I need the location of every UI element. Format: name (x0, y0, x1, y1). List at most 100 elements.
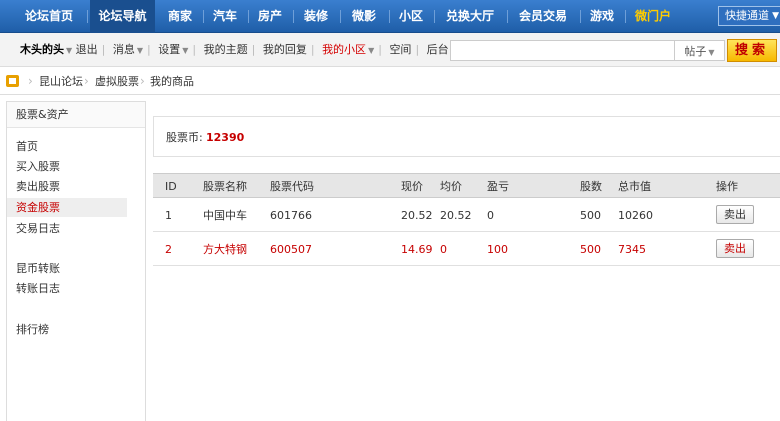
user-links: 木头的头 ▼ 退出 | 消息 ▼ | 设置 ▼ | 我的主题 | 我的回复 | 我的小区 ▼ | 空… (20, 33, 449, 67)
nav-community[interactable]: 小区 (393, 0, 429, 33)
col-avg: 均价 (440, 180, 462, 193)
chevron-down-icon: ▼ (136, 46, 144, 55)
table-row: 2 方大特钢 600507 14.69 0 100 500 7345 卖出 (153, 233, 780, 266)
sidebar-item-transfer-log[interactable]: 转账日志 (7, 279, 127, 298)
messages-link[interactable]: 消息 (113, 43, 135, 56)
my-community-link[interactable]: 我的小区 (322, 43, 366, 56)
sidebar-title: 股票&资产 (7, 102, 145, 128)
chevron-right-icon: › (28, 74, 33, 88)
cell-value: 7345 (618, 243, 646, 256)
col-value: 总市值 (618, 180, 651, 193)
logout-link[interactable]: 退出 (76, 43, 98, 56)
breadcrumb: › 昆山论坛 › 虚拟股票 › 我的商品 (0, 68, 780, 95)
balance-panel: 股票币: 12390 (153, 116, 780, 157)
cell-pl: 0 (487, 209, 494, 222)
sell-button[interactable]: 卖出 (716, 239, 754, 258)
cell-code: 600507 (270, 243, 312, 256)
cell-shares: 500 (580, 209, 601, 222)
quick-access-label: 快捷通道 (725, 9, 769, 22)
breadcrumb-virtual-stock[interactable]: 虚拟股票 (95, 68, 139, 95)
nav-realestate[interactable]: 房产 (252, 0, 288, 33)
nav-divider (203, 10, 204, 23)
chevron-right-icon: › (84, 74, 89, 88)
balance-label: 股票币: (166, 131, 203, 144)
admin-link[interactable]: 后台 (427, 43, 449, 56)
chevron-down-icon: ▼ (66, 46, 73, 55)
table-header: ID 股票名称 股票代码 现价 均价 盈亏 股数 总市值 操作 (153, 173, 780, 198)
cell-code: 601766 (270, 209, 312, 222)
chevron-down-icon: ▼ (772, 11, 779, 21)
cell-name: 方大特钢 (203, 243, 247, 256)
quick-access-dropdown[interactable]: 快捷通道 ▼ (718, 6, 780, 26)
nav-divider (87, 10, 88, 23)
nav-auto[interactable]: 汽车 (207, 0, 243, 33)
chevron-right-icon: › (140, 74, 145, 88)
cell-shares: 500 (580, 243, 601, 256)
cell-value: 10260 (618, 209, 653, 222)
search-type-select[interactable]: 帖子 ▼ (675, 40, 725, 61)
nav-divider (248, 10, 249, 23)
cell-id: 1 (165, 209, 172, 222)
divider: | (378, 43, 382, 56)
nav-divider (389, 10, 390, 23)
chevron-down-icon: ▼ (708, 48, 715, 57)
nav-forum-home[interactable]: 论坛首页 (18, 0, 80, 33)
my-threads-link[interactable]: 我的主题 (204, 43, 248, 56)
sidebar-item-coin-transfer[interactable]: 昆币转账 (7, 259, 127, 278)
col-action: 操作 (716, 180, 738, 193)
nav-decoration[interactable]: 装修 (297, 0, 335, 33)
sidebar-item-sell-stock[interactable]: 卖出股票 (7, 177, 127, 196)
breadcrumb-my-products: 我的商品 (150, 75, 194, 88)
nav-divider (340, 10, 341, 23)
cell-price: 14.69 (401, 243, 433, 256)
divider: | (415, 43, 420, 56)
balance-value: 12390 (206, 131, 245, 144)
sidebar-item-trade-log[interactable]: 交易日志 (7, 219, 127, 238)
col-pl: 盈亏 (487, 180, 509, 193)
top-nav-bar: 论坛首页 论坛导航 商家 汽车 房产 装修 微影 小区 兑换大厅 会员交易 游戏… (0, 0, 780, 33)
col-name: 股票名称 (203, 180, 247, 193)
divider: | (101, 43, 106, 56)
nav-games[interactable]: 游戏 (584, 0, 620, 33)
nav-microfilm[interactable]: 微影 (344, 0, 384, 33)
username-link[interactable]: 木头的头 (20, 43, 64, 56)
sidebar-item-fund-stock[interactable]: 资金股票 (7, 198, 127, 217)
nav-merchants[interactable]: 商家 (160, 0, 200, 33)
search-type-label: 帖子 (684, 45, 707, 58)
breadcrumb-forum[interactable]: 昆山论坛 (39, 68, 83, 95)
divider: | (251, 43, 256, 56)
sidebar-item-ranking[interactable]: 排行榜 (7, 320, 127, 339)
home-icon[interactable] (6, 75, 19, 87)
chevron-down-icon: ▼ (182, 46, 189, 55)
sidebar-item-buy-stock[interactable]: 买入股票 (7, 157, 127, 176)
my-replies-link[interactable]: 我的回复 (263, 43, 307, 56)
col-code: 股票代码 (270, 180, 314, 193)
settings-link[interactable]: 设置 (158, 43, 180, 56)
nav-forum-guide[interactable]: 论坛导航 (90, 0, 155, 33)
nav-micro-portal[interactable]: 微门户 (629, 0, 677, 33)
sidebar-item-home[interactable]: 首页 (7, 137, 127, 156)
sell-button[interactable]: 卖出 (716, 205, 754, 224)
nav-divider (580, 10, 581, 23)
cell-avg: 0 (440, 243, 447, 256)
cell-avg: 20.52 (440, 209, 472, 222)
nav-divider (434, 10, 435, 23)
cell-id: 2 (165, 243, 172, 256)
col-id: ID (165, 180, 177, 193)
divider: | (310, 43, 315, 56)
nav-exchange-hall[interactable]: 兑换大厅 (438, 0, 502, 33)
search-button[interactable]: 搜索 (727, 39, 777, 62)
search-input[interactable] (450, 40, 675, 61)
space-link[interactable]: 空间 (389, 43, 411, 56)
cell-price: 20.52 (401, 209, 433, 222)
divider: | (192, 43, 197, 56)
table-row: 1 中国中车 601766 20.52 20.52 0 500 10260 卖出 (153, 199, 780, 232)
cell-name: 中国中车 (203, 209, 247, 222)
sidebar: 股票&资产 首页 买入股票 卖出股票 资金股票 交易日志 昆币转账 转账日志 排… (6, 101, 146, 421)
nav-member-trade[interactable]: 会员交易 (511, 0, 575, 33)
chevron-down-icon: ▼ (368, 46, 375, 55)
cell-pl: 100 (487, 243, 508, 256)
divider: | (147, 43, 151, 56)
nav-divider (625, 10, 626, 23)
user-bar: 木头的头 ▼ 退出 | 消息 ▼ | 设置 ▼ | 我的主题 | 我的回复 | 我的小区 ▼ | 空… (0, 33, 780, 67)
